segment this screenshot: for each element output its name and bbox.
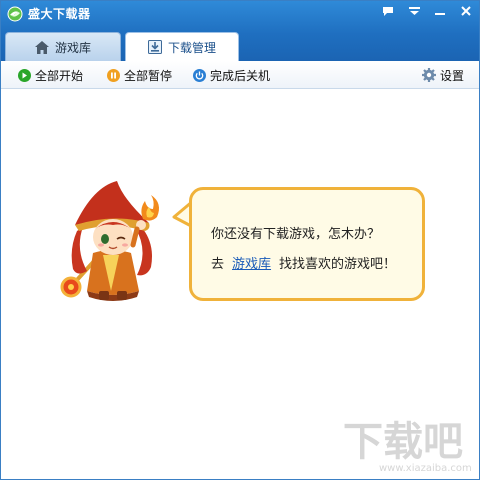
speech-bubble: 你还没有下载游戏，怎木办？ 去游戏库 找找喜欢的游戏吧！ [189,187,425,301]
tab-bar: 游戏库 下载管理 [5,32,243,61]
app-window: 盛大下载器 游戏库 下载管理 全部开始 全部暂停 完成后关机 设置 你还没有下载… [0,0,480,480]
empty-hint: 去游戏库 找找喜欢的游戏吧！ [211,253,396,272]
hint-prefix: 去 [211,257,225,272]
shutdown-after-complete-label: 完成后关机 [210,68,271,83]
toolbar: 全部开始 全部暂停 完成后关机 设置 [1,61,479,89]
pause-all-label: 全部暂停 [124,68,173,83]
watermark-brand: 下载吧 [343,419,463,465]
settings-button[interactable]: 设置 [422,66,464,84]
tab-label: 下载管理 [167,40,216,55]
settings-label: 设置 [440,68,465,83]
shutdown-after-complete-button[interactable]: 完成后关机 [193,66,270,84]
watermark-url: www.xiazaiba.com [379,463,472,474]
download-icon [147,40,162,54]
pause-all-button[interactable]: 全部暂停 [107,66,172,84]
start-all-label: 全部开始 [35,68,84,83]
tab-game-library[interactable]: 游戏库 [5,32,121,61]
window-header: 盛大下载器 游戏库 下载管理 [1,1,479,61]
tab-label: 游戏库 [54,40,91,55]
gear-icon [422,68,436,82]
app-title: 盛大下载器 [28,7,91,21]
close-icon[interactable] [453,1,479,21]
menu-dropdown-icon[interactable] [401,1,427,21]
power-icon [193,68,206,82]
tab-download-manager[interactable]: 下载管理 [125,32,239,61]
hint-suffix: 找找喜欢的游戏吧！ [279,257,397,272]
window-controls [375,1,479,23]
game-library-link[interactable]: 游戏库 [232,257,271,272]
minimize-icon[interactable] [427,1,453,21]
watermark: 下载吧 www.xiazaiba.com [343,419,472,474]
title-bar[interactable]: 盛大下载器 [1,1,479,27]
play-icon [18,68,31,82]
mascot-illustration [60,181,159,301]
start-all-button[interactable]: 全部开始 [18,66,83,84]
app-logo-icon [7,6,23,22]
feedback-icon[interactable] [375,1,401,21]
home-icon [34,40,49,54]
empty-message: 你还没有下载游戏，怎木办？ [211,227,381,242]
pause-icon [107,68,120,82]
